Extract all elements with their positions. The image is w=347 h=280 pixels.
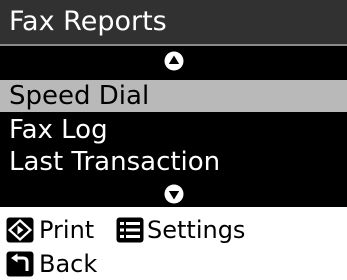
menu-item-speed-dial[interactable]: Speed Dial	[0, 80, 347, 112]
title-bar: Fax Reports	[0, 0, 347, 46]
back-arrow-icon[interactable]	[6, 251, 34, 277]
menu-item-last-transaction[interactable]: Last Transaction	[0, 146, 347, 178]
menu-item-fax-log[interactable]: Fax Log	[0, 114, 347, 146]
menu-item-label: Speed Dial	[9, 81, 150, 111]
start-button-icon[interactable]	[6, 217, 34, 243]
scroll-down-icon[interactable]	[164, 184, 184, 204]
scroll-up-icon[interactable]	[164, 51, 184, 71]
page-title: Fax Reports	[9, 6, 167, 37]
menu-panel: Fax Reports Speed Dial Fax Log Last Tran…	[0, 0, 347, 207]
menu-list-icon[interactable]	[116, 217, 144, 243]
back-hint-label: Back	[39, 250, 98, 278]
lcd-screen: Fax Reports Speed Dial Fax Log Last Tran…	[0, 0, 347, 280]
print-hint-label: Print	[39, 216, 95, 244]
menu-item-label: Last Transaction	[9, 147, 221, 177]
menu-item-label: Fax Log	[9, 115, 108, 145]
settings-hint-label: Settings	[147, 216, 246, 244]
